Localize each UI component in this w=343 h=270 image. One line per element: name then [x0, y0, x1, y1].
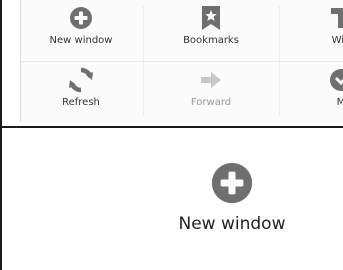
more-icon — [328, 65, 343, 95]
menu-item-more[interactable]: M — [281, 62, 343, 122]
menu-column-divider — [279, 6, 280, 116]
menu-item-new-window[interactable]: New window — [21, 0, 141, 60]
menu-item-label: New window — [49, 35, 113, 46]
forward-arrow-icon — [200, 65, 222, 95]
preview-label: New window — [178, 214, 286, 234]
menu-item-forward[interactable]: Forward — [145, 62, 277, 122]
windows-icon — [330, 3, 343, 33]
screen: New window Bookmarks W Refresh Forward N… — [0, 0, 343, 270]
menu-column-divider — [143, 6, 144, 116]
options-menu: New window Bookmarks W Refresh Forward — [20, 0, 343, 122]
options-menu-panel: New window Bookmarks W Refresh Forward — [0, 0, 343, 128]
plus-circle-icon — [69, 3, 93, 33]
menu-item-label: Refresh — [62, 97, 100, 108]
menu-item-windows[interactable]: Win — [281, 0, 343, 60]
item-preview-panel: New window — [0, 128, 343, 270]
preview-new-window[interactable]: New window — [142, 162, 322, 242]
bookmark-star-icon — [201, 3, 221, 33]
menu-item-bookmarks[interactable]: Bookmarks — [145, 0, 277, 60]
menu-item-refresh[interactable]: Refresh — [21, 62, 141, 122]
refresh-icon — [68, 65, 94, 95]
plus-circle-icon — [211, 162, 253, 208]
menu-item-label: M — [337, 97, 343, 108]
menu-item-label: Win — [331, 35, 343, 46]
menu-item-label: Forward — [190, 97, 232, 108]
menu-item-label: Bookmarks — [183, 35, 239, 46]
